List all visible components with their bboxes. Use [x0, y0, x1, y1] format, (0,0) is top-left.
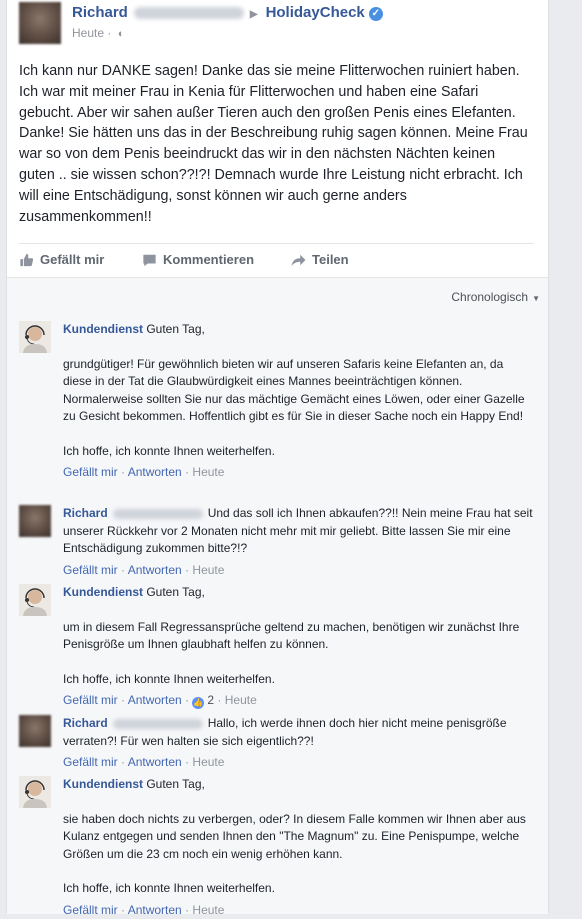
comment-body: RichardHallo, ich werde ihnen doch hier …: [63, 715, 533, 772]
post-time[interactable]: Heute: [72, 26, 104, 40]
post-actions: Gefällt mir Kommentieren Teilen: [19, 243, 534, 277]
comment-text: um in diesem Fall Regressansprüche gelte…: [63, 619, 533, 654]
comment-body: Kundendienst Guten Tag, um in diesem Fal…: [63, 584, 533, 710]
author-avatar[interactable]: [19, 2, 61, 44]
comment-text: sie haben doch nichts zu verbergen, oder…: [63, 811, 533, 864]
share-button[interactable]: Teilen: [291, 252, 349, 267]
chevron-down-icon: ▼: [532, 294, 540, 303]
post-text: Ich kann nur DANKE sagen! Danke das sie …: [19, 61, 534, 227]
sort-label: Chronologisch: [451, 290, 528, 304]
comment-author[interactable]: Kundendienst: [63, 322, 143, 336]
comment-actions: Gefällt mir · Antworten · Heute: [63, 902, 533, 919]
comment-text: Guten Tag,: [146, 777, 205, 791]
headset-agent-icon: [19, 321, 51, 353]
headset-agent-icon: [19, 584, 51, 616]
agent-avatar[interactable]: [19, 584, 51, 616]
agent-avatar[interactable]: [19, 776, 51, 808]
comment-actions: Gefällt mir · Antworten · Heute: [63, 562, 533, 580]
comment-label: Kommentieren: [163, 252, 254, 267]
post-name-row: Richard ▶ HolidayCheck ✓: [72, 4, 383, 21]
thumbs-up-icon: [19, 253, 34, 267]
post-meta: Heute · ◐: [72, 26, 124, 40]
comment-like-link[interactable]: Gefällt mir: [63, 563, 118, 577]
comment-author[interactable]: Richard: [63, 506, 108, 520]
user-avatar[interactable]: [19, 505, 51, 537]
comment-like-count[interactable]: 2: [207, 693, 214, 707]
share-label: Teilen: [312, 252, 349, 267]
comment-actions: Gefällt mir · Antworten · Heute: [63, 464, 533, 482]
comment-text: Ich hoffe, ich konnte Ihnen weiterhelfen…: [63, 880, 533, 898]
comment-reply-link[interactable]: Antworten: [128, 563, 182, 577]
comment-body: RichardUnd das soll ich Ihnen abkaufen??…: [63, 505, 533, 579]
comment-time[interactable]: Heute: [192, 465, 224, 479]
comment-reply-link[interactable]: Antworten: [128, 693, 182, 707]
like-label: Gefällt mir: [40, 252, 104, 267]
like-button[interactable]: Gefällt mir: [19, 252, 104, 267]
comment-like-link[interactable]: Gefällt mir: [63, 693, 118, 707]
like-reaction-icon: 👍: [192, 697, 204, 709]
agent-avatar[interactable]: [19, 321, 51, 353]
comment-author[interactable]: Richard: [63, 716, 108, 730]
sort-dropdown[interactable]: Chronologisch ▼: [451, 290, 540, 304]
blurred-surname: [113, 719, 203, 729]
globe-icon: ◐: [118, 28, 125, 40]
comment-body: Kundendienst Guten Tag, grundgütiger! Fü…: [63, 321, 533, 482]
comments-section: Chronologisch ▼ Kundendienst Guten Tag, g…: [7, 277, 548, 914]
comment-like-link[interactable]: Gefällt mir: [63, 903, 118, 917]
comment-actions: Gefällt mir · Antworten · Heute: [63, 754, 533, 772]
comment-text: Guten Tag,: [146, 322, 205, 336]
share-icon: [291, 253, 306, 267]
comment-reply-link[interactable]: Antworten: [128, 903, 182, 917]
post-author-name[interactable]: Richard: [72, 4, 128, 21]
post-card: Richard ▶ HolidayCheck ✓ Heute · ◐ Ich kann…: [6, 0, 549, 913]
arrow-right-icon: ▶: [250, 9, 258, 20]
comment-text: Guten Tag,: [146, 585, 205, 599]
comment-like-link[interactable]: Gefällt mir: [63, 465, 118, 479]
blurred-surname: [134, 7, 244, 19]
comment-reply-link[interactable]: Antworten: [128, 755, 182, 769]
comment-icon: [142, 253, 157, 267]
comment-text: grundgütiger! Für gewöhnlich bieten wir …: [63, 356, 533, 426]
headset-agent-icon: [19, 776, 51, 808]
comment-time[interactable]: Heute: [192, 755, 224, 769]
verified-badge-icon: ✓: [369, 7, 383, 21]
comment-text: Ich hoffe, ich konnte Ihnen weiterhelfen…: [63, 443, 533, 461]
comment-author[interactable]: Kundendienst: [63, 585, 143, 599]
comment-time[interactable]: Heute: [225, 693, 257, 707]
blurred-surname: [113, 509, 203, 519]
comment-body: Kundendienst Guten Tag, sie haben doch n…: [63, 776, 533, 919]
comment-like-link[interactable]: Gefällt mir: [63, 755, 118, 769]
comment-button[interactable]: Kommentieren: [142, 252, 254, 267]
page-name[interactable]: HolidayCheck: [266, 4, 365, 21]
comment-time[interactable]: Heute: [192, 903, 224, 917]
comment-author[interactable]: Kundendienst: [63, 777, 143, 791]
comment-text: Ich hoffe, ich konnte Ihnen weiterhelfen…: [63, 671, 533, 689]
comment-actions: Gefällt mir · Antworten · 👍2 · Heute: [63, 692, 533, 710]
post-header: Richard ▶ HolidayCheck ✓ Heute · ◐: [19, 2, 539, 46]
comment-time[interactable]: Heute: [192, 563, 224, 577]
user-avatar[interactable]: [19, 715, 51, 747]
comment-reply-link[interactable]: Antworten: [128, 465, 182, 479]
